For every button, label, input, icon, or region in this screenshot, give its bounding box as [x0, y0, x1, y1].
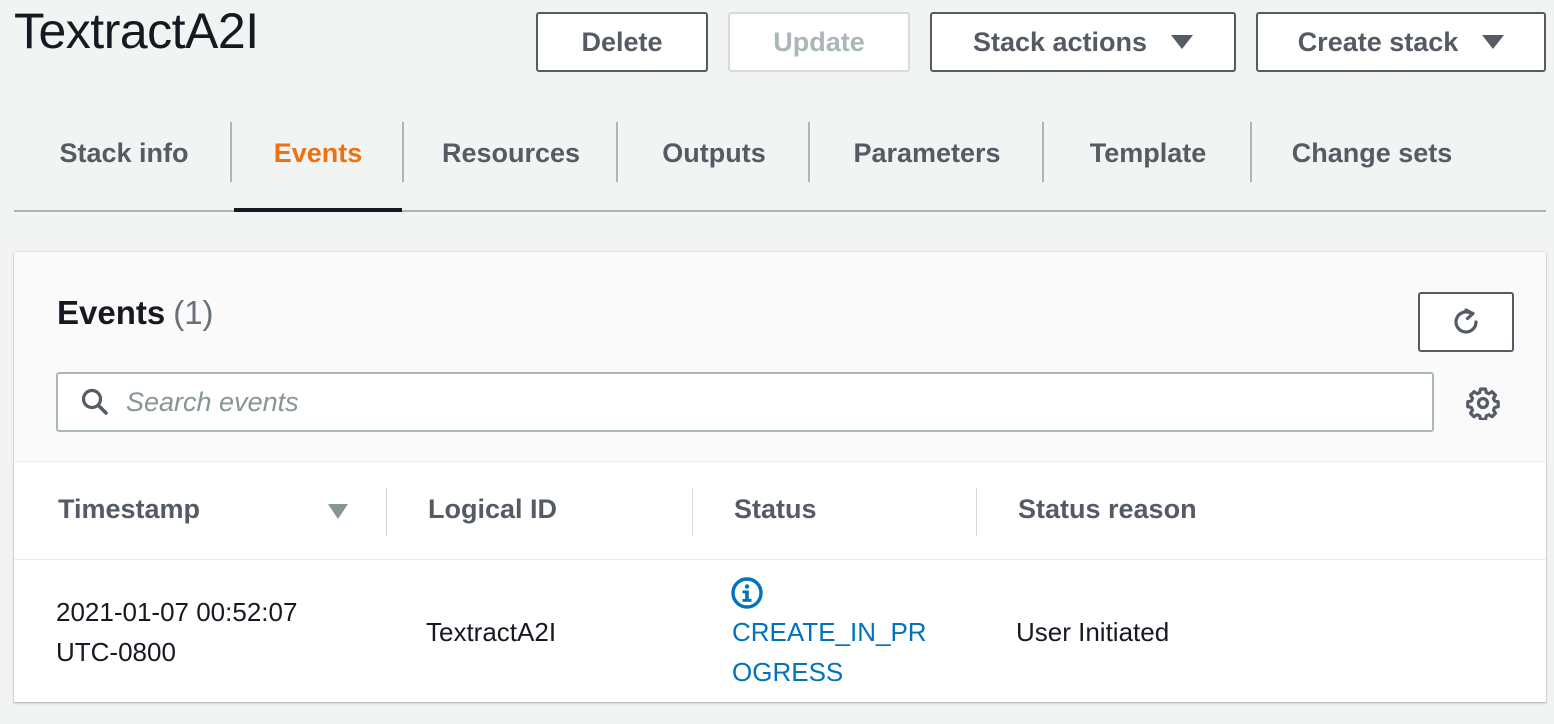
tab-bar: Stack info Events Resources Outputs Para…: [14, 122, 1546, 212]
status-cell[interactable]: CREATE_IN_PR OGRESS: [732, 612, 927, 692]
events-panel-title: Events (1): [57, 294, 214, 332]
tab-label: Change sets: [1291, 138, 1453, 168]
column-header-status[interactable]: Status: [734, 494, 817, 525]
events-panel-header: Events (1): [14, 252, 1546, 462]
timestamp-cell: 2021-01-07 00:52:07 UTC-0800: [56, 592, 297, 672]
update-button-label: Update: [773, 26, 865, 57]
tab-resources[interactable]: Resources: [406, 122, 616, 210]
tab-label: Parameters: [853, 138, 1001, 168]
column-header-status-reason[interactable]: Status reason: [1018, 494, 1197, 525]
stack-actions-label: Stack actions: [972, 26, 1148, 57]
status-text-line1: CREATE_IN_PR: [732, 617, 927, 647]
tab-separator: [230, 122, 232, 182]
tab-label: Events: [273, 138, 363, 168]
delete-button-label: Delete: [581, 26, 663, 57]
page-title: TextractA2I: [14, 3, 259, 59]
refresh-button[interactable]: [1418, 292, 1514, 352]
tab-label: Template: [1089, 138, 1207, 168]
column-header-logical-id[interactable]: Logical ID: [428, 494, 557, 525]
create-stack-label: Create stack: [1297, 26, 1459, 57]
tab-change-sets[interactable]: Change sets: [1254, 122, 1490, 210]
tab-parameters[interactable]: Parameters: [812, 122, 1042, 210]
tab-separator: [1042, 122, 1044, 182]
search-box: [56, 372, 1434, 432]
delete-button[interactable]: Delete: [536, 12, 708, 72]
refresh-icon: [1454, 308, 1478, 334]
tab-separator: [1250, 122, 1252, 182]
caret-down-icon: [1171, 35, 1194, 49]
column-header-timestamp[interactable]: Timestamp: [58, 494, 200, 525]
tab-label: Stack info: [59, 138, 189, 168]
events-title-text: Events: [57, 294, 166, 331]
logical-id-cell: TextractA2I: [426, 617, 557, 647]
events-count: (1): [173, 294, 214, 331]
tab-separator: [616, 122, 618, 182]
status-text-line2: OGRESS: [732, 657, 844, 687]
update-button[interactable]: Update: [728, 12, 910, 72]
column-separator: [976, 488, 977, 536]
tab-label: Resources: [441, 138, 581, 168]
events-table-header: Timestamp Logical ID Status Status reaso…: [14, 462, 1546, 560]
tab-label: Outputs: [662, 138, 766, 168]
events-panel: Events (1) Search events Timestamp Logic…: [14, 252, 1546, 702]
tab-template[interactable]: Template: [1046, 122, 1250, 210]
column-separator: [692, 488, 693, 536]
create-stack-button[interactable]: Create stack: [1256, 12, 1546, 72]
timestamp-timezone: UTC-0800: [56, 637, 176, 667]
caret-down-icon: [1482, 35, 1505, 49]
sort-descending-icon[interactable]: [328, 504, 348, 519]
search-icon: [80, 387, 110, 417]
column-separator: [386, 488, 387, 536]
timestamp-date: 2021-01-07 00:52:07: [56, 597, 298, 627]
search-input[interactable]: [126, 377, 1406, 427]
tab-separator: [808, 122, 810, 182]
gear-icon[interactable]: [1466, 386, 1500, 421]
tab-stack-info[interactable]: Stack info: [34, 122, 214, 210]
tab-events[interactable]: Events: [234, 122, 402, 212]
info-icon: [730, 576, 764, 610]
tab-outputs[interactable]: Outputs: [620, 122, 808, 210]
tab-separator: [402, 122, 404, 182]
stack-actions-button[interactable]: Stack actions: [930, 12, 1236, 72]
status-reason-cell: User Initiated: [1016, 617, 1170, 647]
